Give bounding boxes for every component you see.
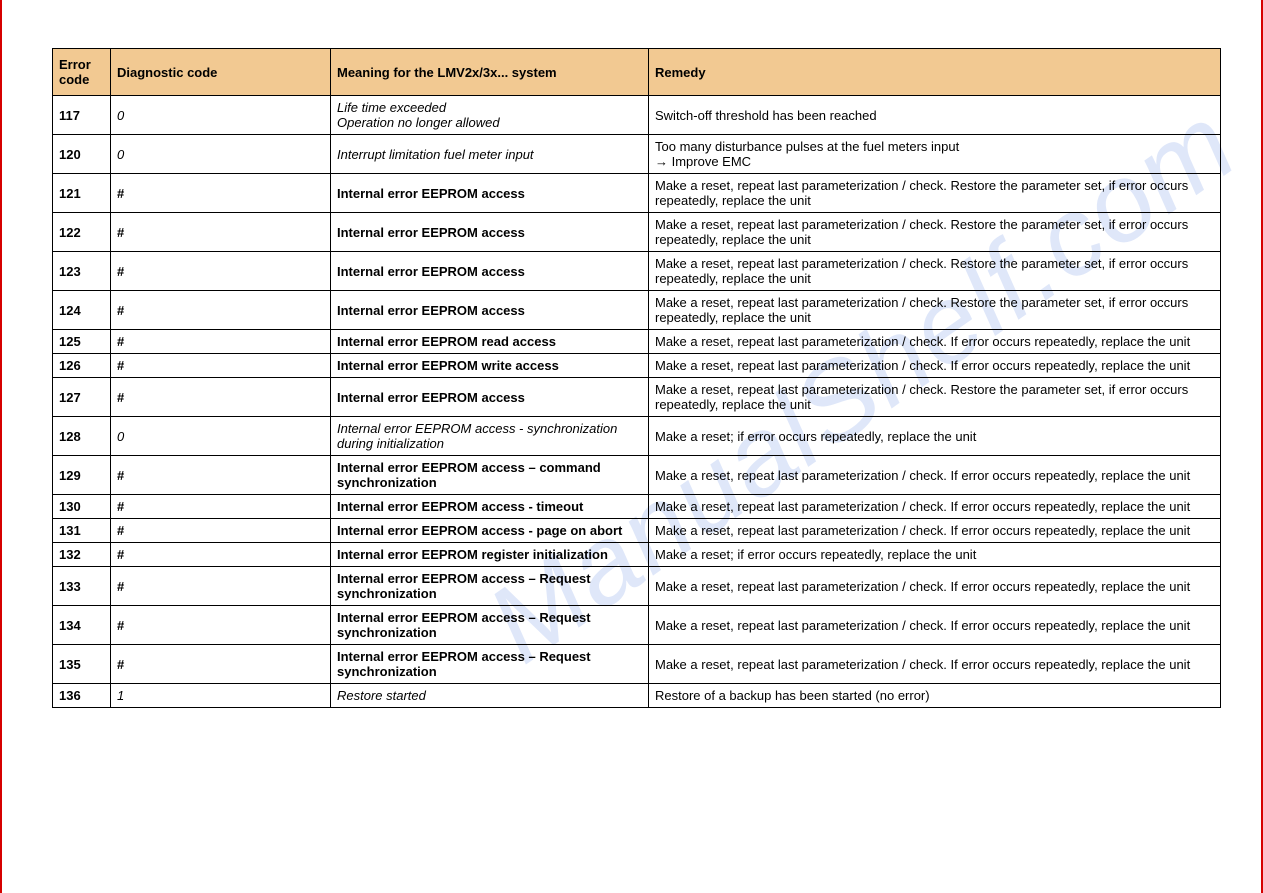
cell-diagnostic-code: #: [111, 354, 331, 378]
cell-meaning: Internal error EEPROM access - synchroni…: [331, 417, 649, 456]
header-remedy: Remedy: [649, 49, 1221, 96]
cell-meaning: Internal error EEPROM register initializ…: [331, 543, 649, 567]
cell-error-code: 128: [53, 417, 111, 456]
cell-diagnostic-code: #: [111, 645, 331, 684]
cell-error-code: 123: [53, 252, 111, 291]
cell-remedy: Make a reset; if error occurs repeatedly…: [649, 543, 1221, 567]
cell-meaning: Internal error EEPROM access – Request s…: [331, 645, 649, 684]
cell-meaning: Life time exceededOperation no longer al…: [331, 96, 649, 135]
table-row: 134#Internal error EEPROM access – Reque…: [53, 606, 1221, 645]
cell-meaning: Interrupt limitation fuel meter input: [331, 135, 649, 174]
cell-remedy: Make a reset, repeat last parameterizati…: [649, 291, 1221, 330]
table-row: 122#Internal error EEPROM accessMake a r…: [53, 213, 1221, 252]
header-diagnostic-code: Diagnostic code: [111, 49, 331, 96]
cell-remedy: Make a reset, repeat last parameterizati…: [649, 213, 1221, 252]
table-row: 121#Internal error EEPROM accessMake a r…: [53, 174, 1221, 213]
cell-error-code: 134: [53, 606, 111, 645]
cell-error-code: 130: [53, 495, 111, 519]
cell-meaning: Internal error EEPROM write access: [331, 354, 649, 378]
cell-meaning: Internal error EEPROM access: [331, 252, 649, 291]
cell-error-code: 120: [53, 135, 111, 174]
cell-meaning: Internal error EEPROM access: [331, 174, 649, 213]
table-row: 135#Internal error EEPROM access – Reque…: [53, 645, 1221, 684]
cell-diagnostic-code: #: [111, 567, 331, 606]
table-row: 1280Internal error EEPROM access - synch…: [53, 417, 1221, 456]
header-error-code: Error code: [53, 49, 111, 96]
table-row: 123#Internal error EEPROM accessMake a r…: [53, 252, 1221, 291]
cell-error-code: 127: [53, 378, 111, 417]
table-row: 132#Internal error EEPROM register initi…: [53, 543, 1221, 567]
cell-error-code: 132: [53, 543, 111, 567]
cell-meaning: Internal error EEPROM access – command s…: [331, 456, 649, 495]
cell-meaning: Internal error EEPROM access: [331, 378, 649, 417]
cell-meaning: Internal error EEPROM access: [331, 291, 649, 330]
cell-remedy: Make a reset, repeat last parameterizati…: [649, 519, 1221, 543]
cell-diagnostic-code: #: [111, 378, 331, 417]
table-row: 1170Life time exceededOperation no longe…: [53, 96, 1221, 135]
cell-remedy: Too many disturbance pulses at the fuel …: [649, 135, 1221, 174]
cell-remedy: Make a reset, repeat last parameterizati…: [649, 645, 1221, 684]
cell-remedy: Switch-off threshold has been reached: [649, 96, 1221, 135]
cell-remedy: Make a reset, repeat last parameterizati…: [649, 174, 1221, 213]
cell-remedy: Make a reset, repeat last parameterizati…: [649, 354, 1221, 378]
cell-diagnostic-code: #: [111, 174, 331, 213]
cell-diagnostic-code: #: [111, 252, 331, 291]
cell-diagnostic-code: 0: [111, 135, 331, 174]
cell-error-code: 133: [53, 567, 111, 606]
cell-meaning: Internal error EEPROM access - page on a…: [331, 519, 649, 543]
document-page: ManualShelf.com Error code Diagnostic co…: [0, 0, 1263, 893]
cell-error-code: 126: [53, 354, 111, 378]
cell-error-code: 125: [53, 330, 111, 354]
cell-remedy: Make a reset, repeat last parameterizati…: [649, 606, 1221, 645]
cell-remedy: Make a reset; if error occurs repeatedly…: [649, 417, 1221, 456]
cell-diagnostic-code: #: [111, 213, 331, 252]
table-row: 1200Interrupt limitation fuel meter inpu…: [53, 135, 1221, 174]
cell-diagnostic-code: #: [111, 495, 331, 519]
cell-diagnostic-code: #: [111, 519, 331, 543]
cell-diagnostic-code: #: [111, 291, 331, 330]
cell-meaning: Internal error EEPROM access – Request s…: [331, 606, 649, 645]
cell-error-code: 122: [53, 213, 111, 252]
table-row: 1361Restore startedRestore of a backup h…: [53, 684, 1221, 708]
cell-diagnostic-code: 0: [111, 96, 331, 135]
cell-diagnostic-code: 1: [111, 684, 331, 708]
table-row: 131#Internal error EEPROM access - page …: [53, 519, 1221, 543]
table-row: 133#Internal error EEPROM access – Reque…: [53, 567, 1221, 606]
cell-error-code: 131: [53, 519, 111, 543]
cell-meaning: Internal error EEPROM access: [331, 213, 649, 252]
cell-error-code: 124: [53, 291, 111, 330]
cell-diagnostic-code: #: [111, 543, 331, 567]
table-row: 124#Internal error EEPROM accessMake a r…: [53, 291, 1221, 330]
cell-error-code: 135: [53, 645, 111, 684]
error-code-table: Error code Diagnostic code Meaning for t…: [52, 48, 1221, 708]
cell-remedy: Make a reset, repeat last parameterizati…: [649, 495, 1221, 519]
cell-diagnostic-code: #: [111, 606, 331, 645]
cell-meaning: Restore started: [331, 684, 649, 708]
table-row: 127#Internal error EEPROM accessMake a r…: [53, 378, 1221, 417]
header-meaning: Meaning for the LMV2x/3x... system: [331, 49, 649, 96]
cell-diagnostic-code: #: [111, 456, 331, 495]
cell-remedy: Make a reset, repeat last parameterizati…: [649, 330, 1221, 354]
cell-meaning: Internal error EEPROM access – Request s…: [331, 567, 649, 606]
cell-diagnostic-code: 0: [111, 417, 331, 456]
table-row: 130#Internal error EEPROM access - timeo…: [53, 495, 1221, 519]
cell-remedy: Make a reset, repeat last parameterizati…: [649, 456, 1221, 495]
cell-error-code: 121: [53, 174, 111, 213]
cell-remedy: Make a reset, repeat last parameterizati…: [649, 567, 1221, 606]
table-row: 126#Internal error EEPROM write accessMa…: [53, 354, 1221, 378]
cell-meaning: Internal error EEPROM access - timeout: [331, 495, 649, 519]
cell-error-code: 117: [53, 96, 111, 135]
cell-meaning: Internal error EEPROM read access: [331, 330, 649, 354]
cell-remedy: Make a reset, repeat last parameterizati…: [649, 378, 1221, 417]
table-row: 129#Internal error EEPROM access – comma…: [53, 456, 1221, 495]
cell-diagnostic-code: #: [111, 330, 331, 354]
cell-error-code: 129: [53, 456, 111, 495]
cell-error-code: 136: [53, 684, 111, 708]
table-row: 125#Internal error EEPROM read accessMak…: [53, 330, 1221, 354]
cell-remedy: Restore of a backup has been started (no…: [649, 684, 1221, 708]
table-header-row: Error code Diagnostic code Meaning for t…: [53, 49, 1221, 96]
cell-remedy: Make a reset, repeat last parameterizati…: [649, 252, 1221, 291]
